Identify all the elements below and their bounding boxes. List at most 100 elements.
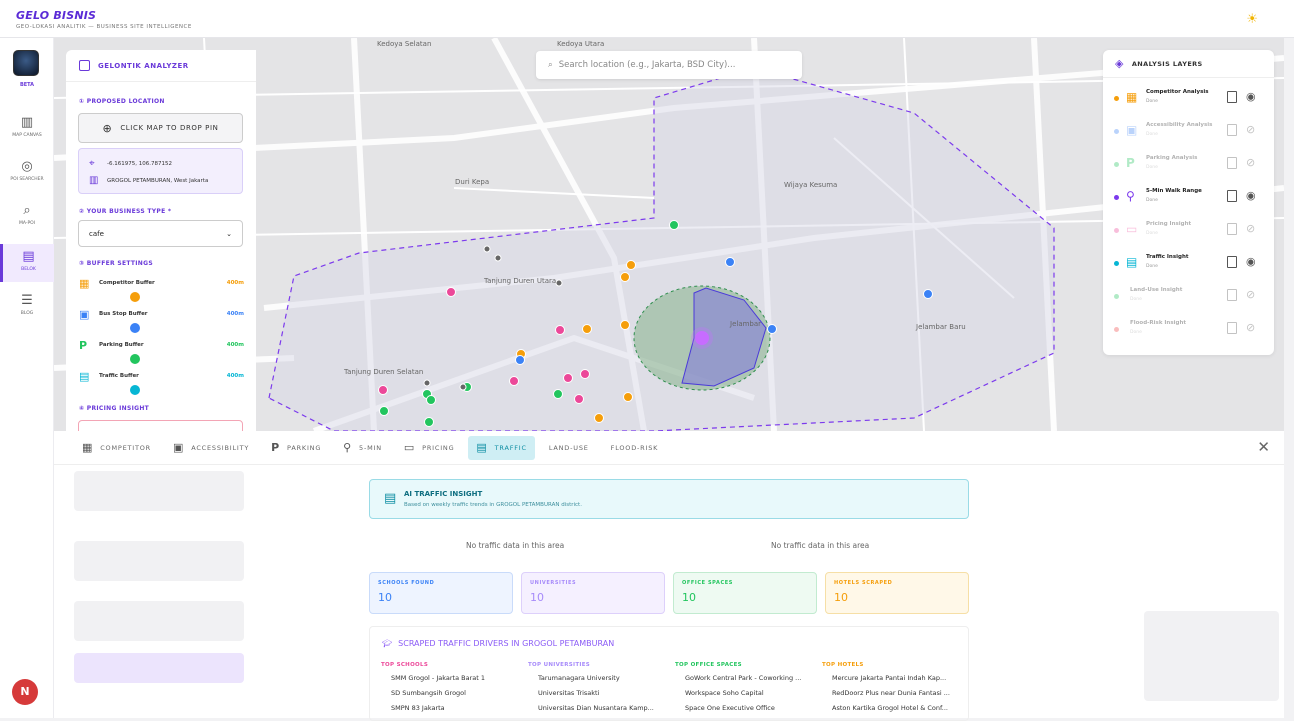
close-icon[interactable]: ✕	[1257, 438, 1270, 456]
money-icon: ▭	[403, 441, 416, 454]
eye-off-icon[interactable]: ⊘	[1246, 288, 1255, 301]
app-logo[interactable]	[13, 50, 39, 76]
traffic-light-icon: ▤	[79, 370, 90, 383]
store-icon: ▦	[79, 277, 90, 290]
business-type-select[interactable]: cafe ⌄	[78, 220, 243, 247]
ai-traffic-insight-banner: ▤ AI TRAFFIC INSIGHT Based on weekly tra…	[369, 479, 969, 519]
buffer-bus-stop[interactable]: ▣ Bus Stop Buffer 400m	[79, 308, 244, 341]
report-icon[interactable]	[1227, 256, 1237, 268]
rail-item-poi-searcher[interactable]: ◎ POI SEARCHER	[0, 159, 54, 183]
section-pricing-insight: ④ PRICING INSIGHT	[79, 405, 150, 412]
no-traffic-data-text: No traffic data in this area	[771, 541, 870, 550]
buffer-slider-handle[interactable]	[130, 385, 140, 395]
store-icon: ▦	[1126, 90, 1138, 104]
list-item: Aston Kartika Grogol Hotel & Conf...	[832, 704, 948, 712]
list-item: Tarumanagara University	[538, 674, 620, 682]
rail-item-ma-poi[interactable]: ⌕ MA-POI	[0, 204, 54, 227]
chart-icon	[79, 60, 90, 71]
eye-off-icon[interactable]: ⊘	[1246, 123, 1255, 136]
buffer-slider-handle[interactable]	[130, 323, 140, 333]
layer-competitor[interactable]: ▦ Competitor Analysis Done ◉	[1103, 84, 1274, 117]
eye-icon[interactable]: ◉	[1246, 255, 1256, 268]
layer-traffic[interactable]: ▤ Traffic Insight Done ◉	[1103, 249, 1274, 282]
list-item: RedDoorz Plus near Dunia Fantasi ...	[832, 689, 950, 697]
report-icon[interactable]	[1227, 91, 1237, 103]
no-traffic-data-text: No traffic data in this area	[466, 541, 565, 550]
insight-drawer: ▦ COMPETITOR ▣ ACCESSIBILITY P PARKING ⚲ 5-M…	[54, 431, 1284, 721]
layer-walk-range[interactable]: ⚲ 5-Min Walk Range Done ◉	[1103, 183, 1274, 216]
top-bar: GELO BISNIS GEO-LOKASI ANALITIK — BUSINE…	[0, 0, 1294, 38]
blurred-panel	[74, 601, 244, 641]
map-label: Wijaya Kesuma	[784, 181, 837, 189]
analyzer-title: GELONTIK ANALYZER	[98, 61, 189, 70]
rail-item-belok[interactable]: ▤ BELOK	[0, 244, 54, 282]
layer-parking[interactable]: P Parking Analysis Done ⊘	[1103, 150, 1274, 183]
money-icon: ▭	[1126, 222, 1138, 236]
map-label: Tanjung Duren Utara	[483, 277, 556, 285]
report-icon[interactable]	[1227, 190, 1237, 202]
rail-item-map-canvas[interactable]: ▥ MAP CANVAS	[0, 115, 54, 139]
tab-flood-risk[interactable]: FLOOD-RISK	[603, 436, 667, 460]
rail-item-blog[interactable]: ☰ BLOG	[0, 293, 54, 317]
report-icon[interactable]	[1227, 289, 1237, 301]
location-search-input[interactable]: ⌕ Search location (e.g., Jakarta, BSD Ci…	[536, 51, 802, 79]
layer-land-use[interactable]: Land-Use Insight Done ⊘	[1103, 282, 1274, 315]
drop-pin-button[interactable]: ⊕ CLICK MAP TO DROP PIN	[78, 113, 243, 143]
section-buffer-settings: ③ BUFFER SETTINGS	[79, 260, 153, 267]
layer-accessibility[interactable]: ▣ Accessibility Analysis Done ⊘	[1103, 117, 1274, 150]
list-item: GoWork Central Park - Coworking ...	[685, 674, 802, 682]
buffer-competitor[interactable]: ▦ Competitor Buffer 400m	[79, 277, 244, 310]
document-icon: ☰	[21, 293, 33, 308]
store-icon: ▦	[82, 441, 94, 454]
pin-icon: ⊕	[102, 121, 113, 135]
layers-icon: ◈	[1115, 57, 1124, 70]
layer-pricing[interactable]: ▭ Pricing Insight Done ⊘	[1103, 216, 1274, 249]
list-item: SMPN 83 Jakarta	[391, 704, 445, 712]
sun-icon[interactable]: ☀	[1246, 12, 1258, 27]
map-label: Tanjung Duren Selatan	[343, 368, 423, 376]
parking-icon: P	[271, 441, 281, 454]
insight-tabs: ▦ COMPETITOR ▣ ACCESSIBILITY P PARKING ⚲ 5-M…	[54, 431, 1284, 465]
map-icon: ▥	[89, 175, 99, 186]
map-icon: ▥	[20, 115, 34, 130]
analyzer-panel: GELONTIK ANALYZER ① PROPOSED LOCATION ⊕ …	[66, 50, 256, 431]
tab-5-min[interactable]: ⚲ 5-MIN	[335, 436, 390, 460]
eye-off-icon[interactable]: ⊘	[1246, 222, 1255, 235]
tab-competitor[interactable]: ▦ COMPETITOR	[74, 436, 159, 460]
stat-universities: UNIVERSITIES 10	[521, 572, 665, 614]
chevron-down-icon: ⌄	[226, 229, 232, 238]
report-icon[interactable]	[1227, 322, 1237, 334]
radar-icon: ◎	[21, 159, 33, 174]
eye-icon[interactable]: ◉	[1246, 189, 1256, 202]
report-icon[interactable]	[1227, 223, 1237, 235]
user-avatar[interactable]: N	[12, 679, 38, 705]
report-icon[interactable]	[1227, 157, 1237, 169]
beta-badge: BETA	[19, 82, 35, 88]
tab-land-use[interactable]: LAND-USE	[541, 436, 597, 460]
column-top-office-spaces: TOP OFFICE SPACES GoWork Central Park - …	[675, 662, 815, 713]
tab-pricing[interactable]: ▭ PRICING	[396, 436, 463, 460]
search-icon: ⌕	[548, 60, 553, 70]
tab-accessibility[interactable]: ▣ ACCESSIBILITY	[165, 436, 257, 460]
map-label: Kedoya Selatan	[377, 40, 431, 48]
list-item: Mercure Jakarta Pantai Indah Kap...	[832, 674, 947, 682]
eye-off-icon[interactable]: ⊘	[1246, 156, 1255, 169]
stat-office-spaces: OFFICE SPACES 10	[673, 572, 817, 614]
tab-traffic[interactable]: ▤ TRAFFIC	[468, 435, 535, 460]
section-business-type: ② YOUR BUSINESS TYPE *	[79, 208, 172, 215]
bus-icon: ▣	[172, 441, 185, 454]
traffic-drivers-card: 🎓︎ SCRAPED TRAFFIC DRIVERS IN GROGOL PETA…	[369, 626, 969, 721]
layer-flood-risk[interactable]: Flood-Risk Insight Done ⊘	[1103, 315, 1274, 348]
pricing-insight-box	[78, 420, 243, 431]
buffer-slider-handle[interactable]	[130, 354, 140, 364]
bus-icon: ▣	[79, 308, 90, 321]
buffer-slider-handle[interactable]	[130, 292, 140, 302]
list-item: Workspace Soho Capital	[685, 689, 764, 697]
buffer-traffic[interactable]: ▤ Traffic Buffer 400m	[79, 370, 244, 403]
buffer-parking[interactable]: P Parking Buffer 400m	[79, 339, 244, 372]
report-icon[interactable]	[1227, 124, 1237, 136]
eye-icon[interactable]: ◉	[1246, 90, 1256, 103]
list-item: Universitas Trisakti	[538, 689, 600, 697]
tab-parking[interactable]: P PARKING	[263, 436, 329, 460]
eye-off-icon[interactable]: ⊘	[1246, 321, 1255, 334]
